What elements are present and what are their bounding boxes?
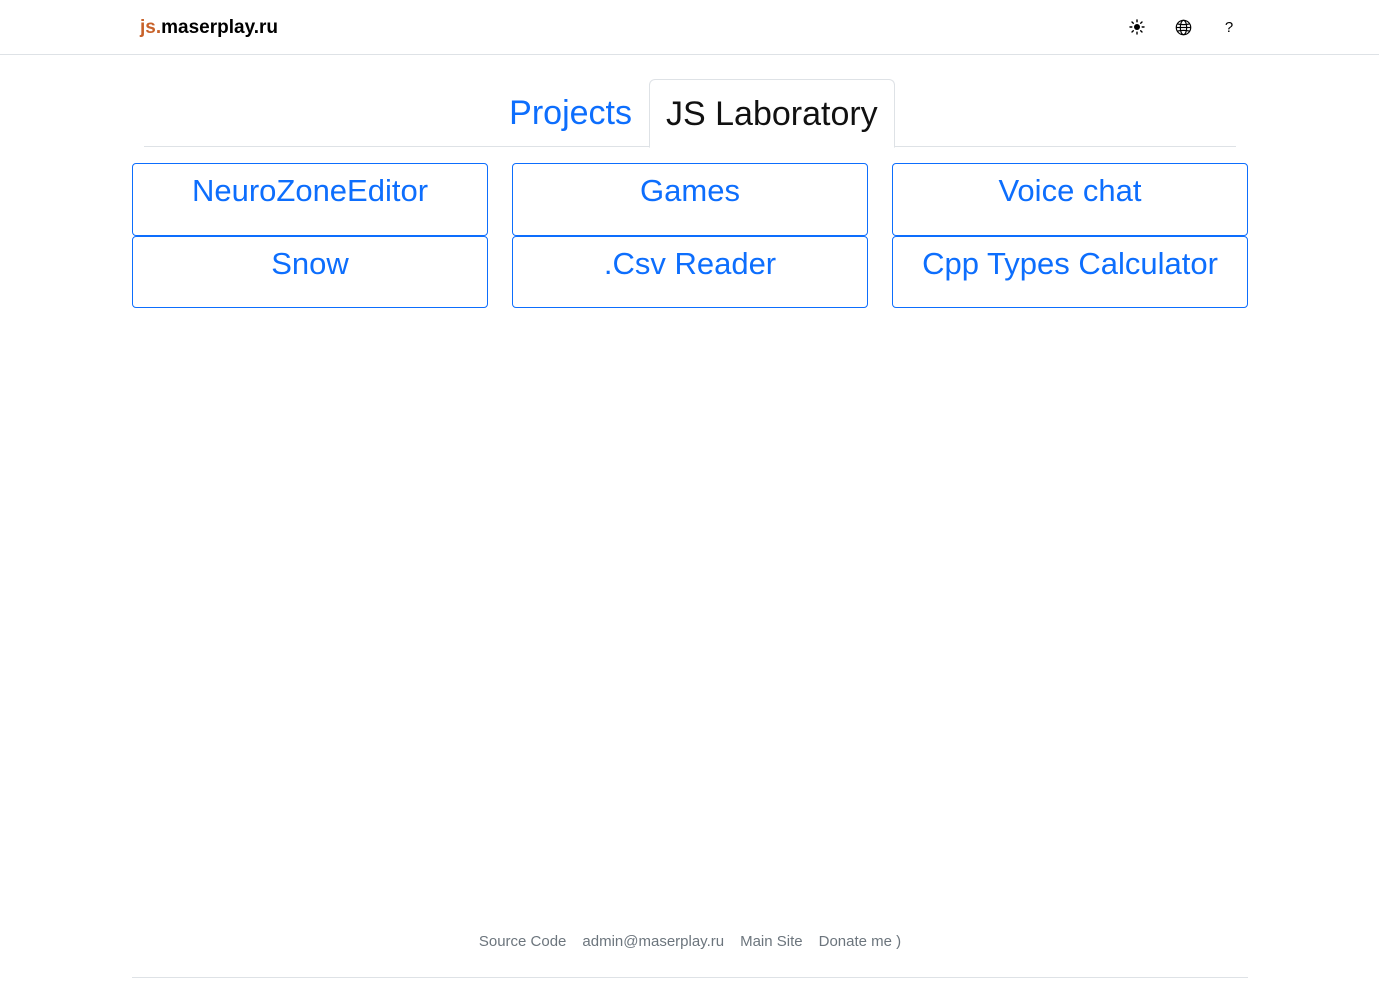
help-icon[interactable]: ? [1219,14,1239,40]
card-csv-reader[interactable]: .Csv Reader [512,236,868,308]
card-snow[interactable]: Snow [132,236,488,308]
lab-card-grid: NeuroZoneEditor Games Voice chat Snow .C… [132,163,1248,308]
card-voice-chat[interactable]: Voice chat [892,163,1248,236]
card-neurozoneeditor[interactable]: NeuroZoneEditor [132,163,488,236]
footer-link-email[interactable]: admin@maserplay.ru [582,930,724,977]
footer-link-main-site[interactable]: Main Site [740,930,803,977]
tab-js-laboratory[interactable]: JS Laboratory [649,79,895,148]
tab-projects[interactable]: Projects [493,79,648,147]
sun-icon[interactable] [1127,14,1147,40]
sun-icon-svg [1129,19,1145,35]
footer-link-donate[interactable]: Donate me ) [819,930,902,977]
brand-logo-link[interactable]: js.maserplay.ru [140,17,278,39]
globe-icon-svg [1175,19,1191,35]
card-cpp-types-calculator[interactable]: Cpp Types Calculator [892,236,1248,308]
brand-name: maserplay.ru [161,17,279,38]
tab-bar: Projects JS Laboratory [144,79,1236,148]
navbar-icons: ? [1127,14,1239,40]
top-navbar: js.maserplay.ru ? [0,0,1379,55]
footer: Source Code admin@maserplay.ru Main Site… [132,930,1248,978]
globe-icon[interactable] [1173,14,1193,40]
card-games[interactable]: Games [512,163,868,236]
brand-prefix: js. [140,17,162,38]
footer-link-source-code[interactable]: Source Code [479,930,567,977]
